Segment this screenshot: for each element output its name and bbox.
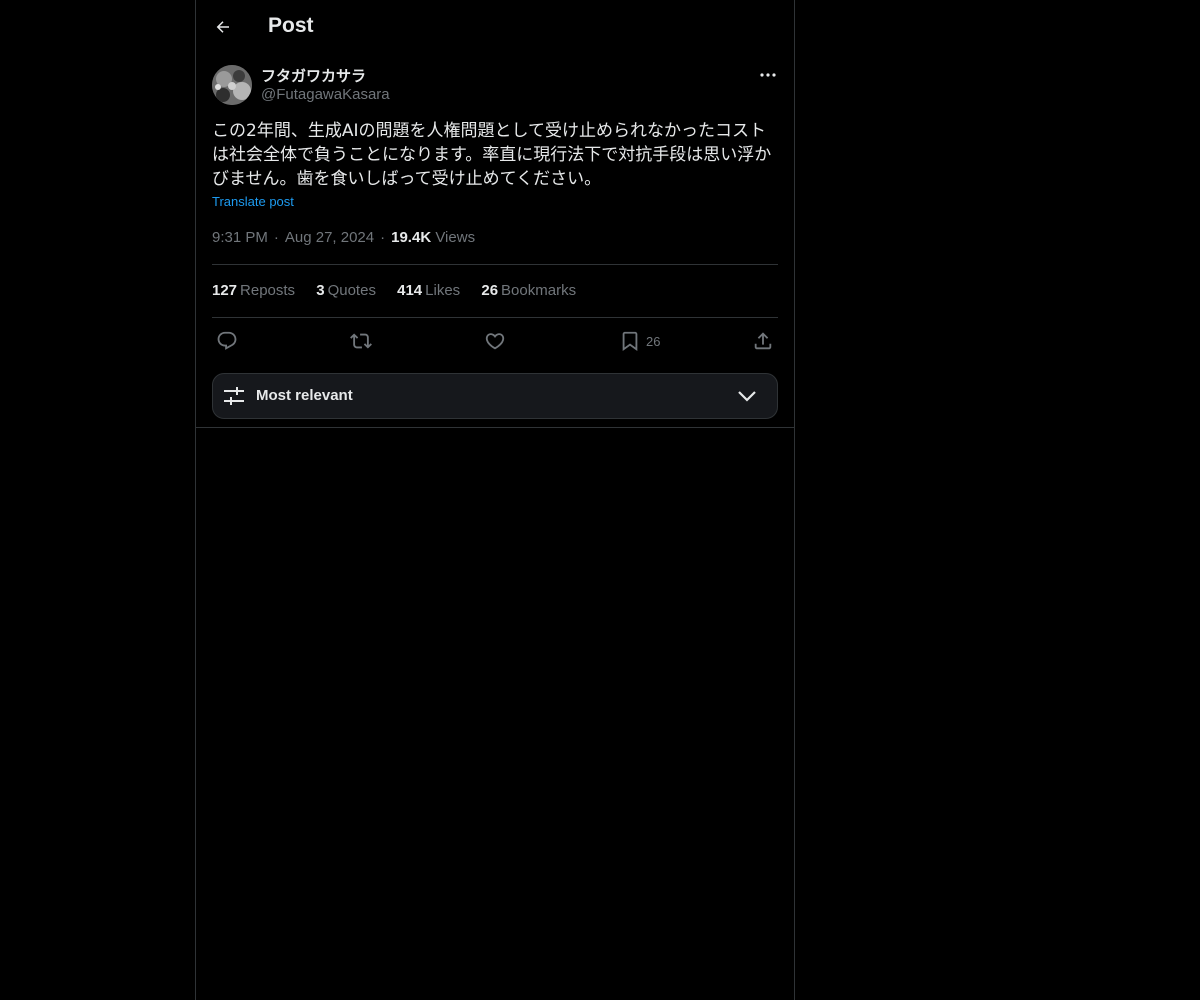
arrow-left-icon (216, 21, 229, 33)
bookmark-button[interactable]: 26 (619, 329, 660, 353)
heart-icon (485, 333, 505, 350)
repost-icon (350, 333, 372, 349)
reposts-stat[interactable]: 127 Reposts (212, 282, 295, 299)
bookmarks-stat[interactable]: 26 Bookmarks (481, 282, 576, 299)
reply-button[interactable] (216, 329, 238, 353)
back-button[interactable] (206, 10, 240, 44)
meta-separator: · (273, 229, 279, 246)
replies-sort-dropdown[interactable]: Most relevant (212, 373, 778, 419)
post-meta: 9:31 PM · Aug 27, 2024 · 19.4K Views (212, 229, 475, 246)
reply-icon (217, 331, 237, 350)
bookmark-icon (622, 331, 638, 352)
sort-label: Most relevant (256, 387, 353, 404)
sliders-icon (224, 387, 244, 405)
divider (212, 317, 778, 318)
views-label: Views (435, 229, 476, 246)
share-button[interactable] (752, 329, 774, 353)
likes-stat[interactable]: 414 Likes (397, 282, 460, 299)
chevron-down-icon (738, 391, 756, 402)
meta-separator: · (380, 229, 386, 246)
author-display-name[interactable]: フタガワカサラ (261, 65, 366, 86)
post-text: この2年間、生成AIの問題を人権問題として受け止められなかったコストは社会全体で… (212, 121, 772, 189)
more-options-button[interactable] (754, 64, 782, 86)
quotes-stat[interactable]: 3 Quotes (316, 282, 376, 299)
share-icon (754, 332, 772, 350)
post-time[interactable]: 9:31 PM (212, 229, 268, 246)
like-button[interactable] (484, 329, 506, 353)
repost-button[interactable] (350, 329, 372, 353)
divider (196, 427, 794, 428)
page-header: Post (196, 0, 794, 53)
translate-post-link[interactable]: Translate post (212, 194, 294, 209)
bookmark-count: 26 (646, 333, 661, 349)
more-horizontal-icon (760, 73, 776, 77)
divider (212, 264, 778, 265)
views-count: 19.4K (391, 229, 432, 246)
avatar[interactable] (212, 65, 252, 105)
primary-column: Post フタガワカサラ @FutagawaKasara この2年間、生成AIの… (195, 0, 795, 1000)
engagement-stats: 127 Reposts 3 Quotes 414 Likes 26 Bookmarks (212, 282, 593, 299)
author-handle[interactable]: @FutagawaKasara (261, 86, 390, 103)
post-date[interactable]: Aug 27, 2024 (285, 229, 374, 246)
page-title: Post (268, 14, 314, 37)
